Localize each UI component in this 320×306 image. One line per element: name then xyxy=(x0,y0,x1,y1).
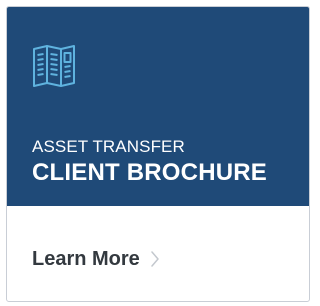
brochure-icon xyxy=(33,45,75,87)
card-title: CLIENT BROCHURE xyxy=(32,159,267,186)
card-eyebrow: ASSET TRANSFER xyxy=(32,137,185,156)
card-banner: ASSET TRANSFER CLIENT BROCHURE xyxy=(7,7,309,206)
learn-more-link[interactable]: Learn More xyxy=(32,247,160,271)
brochure-card[interactable]: ASSET TRANSFER CLIENT BROCHURE Learn Mor… xyxy=(6,6,310,302)
learn-more-label: Learn More xyxy=(32,248,140,270)
chevron-right-icon xyxy=(151,251,159,267)
